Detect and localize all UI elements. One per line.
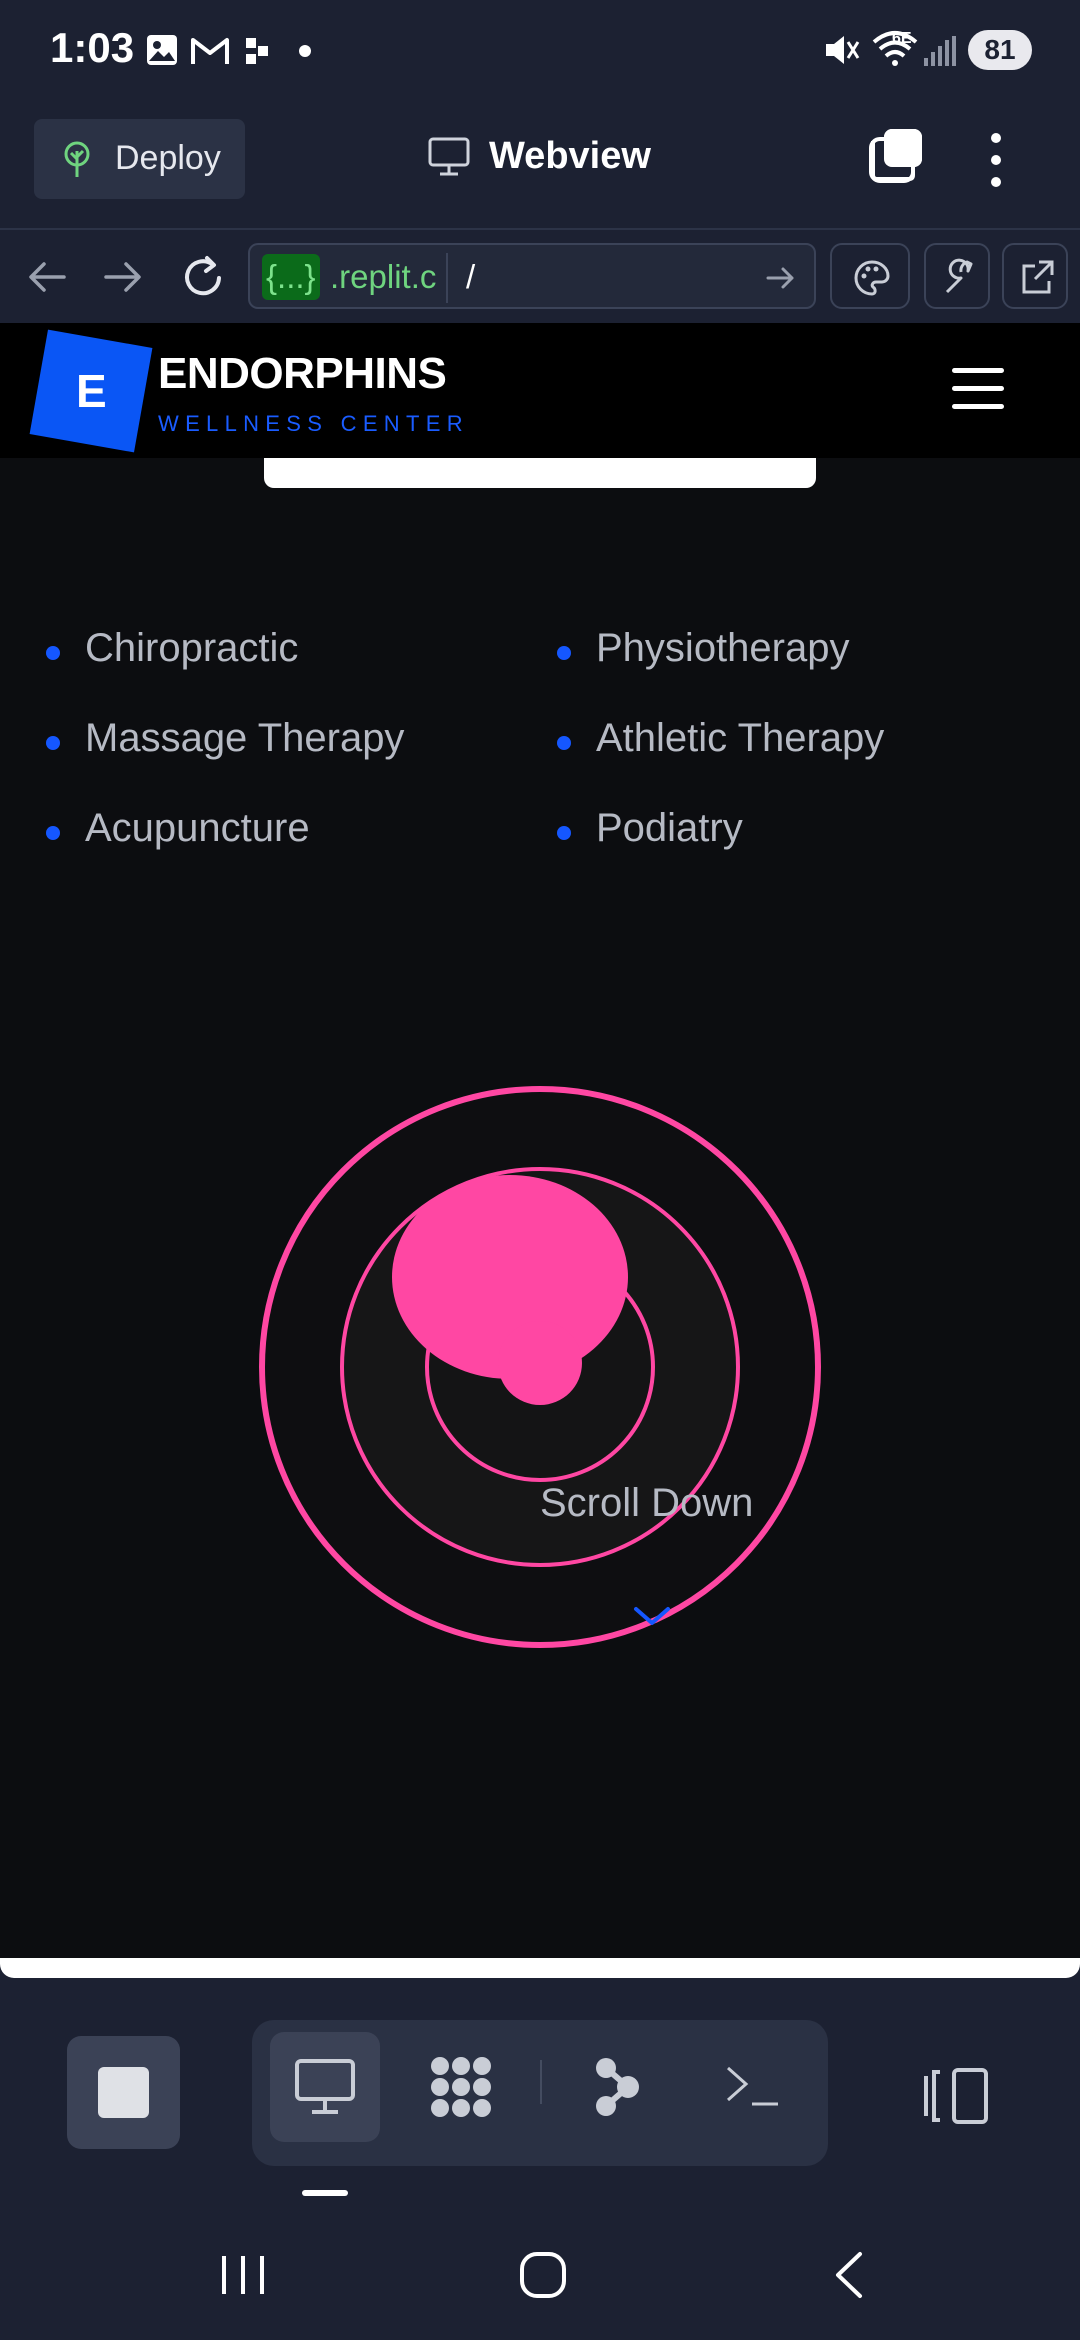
brand-tagline: WELLNESS CENTER [158,411,469,436]
palette-icon [854,260,890,296]
service-item: Physiotherapy [557,626,1057,676]
active-tab-indicator [302,2190,348,2196]
gallery-icon [147,35,177,65]
back-icon[interactable] [828,2250,868,2300]
workspace-icon [431,2057,491,2117]
notification-dot-icon [299,45,311,57]
tabs-icon[interactable] [868,127,924,183]
stop-button[interactable] [67,2036,180,2149]
arrow-left-icon[interactable] [24,254,70,300]
panes-icon[interactable] [920,2066,992,2126]
url-bar-row: {...} .replit.c / [0,230,1080,323]
system-nav-bar [0,2200,1080,2340]
app-header: Deploy Webview [0,105,1080,230]
bullet-icon [46,736,60,750]
stop-icon [98,2067,149,2118]
bottom-toolbar [0,1978,1080,2188]
network-type: 6E [892,30,912,47]
url-path-input[interactable]: / [466,254,475,300]
url-host-tag: {...} [262,254,320,300]
status-bar: 1:03 6E 81 [0,0,1080,105]
graph-icon [596,2058,639,2116]
bullet-icon [557,736,571,750]
recents-icon[interactable] [218,2252,268,2298]
scroll-down-label[interactable]: Scroll Down [540,1481,753,1526]
gmail-icon [191,38,229,64]
monitor-icon [428,137,470,176]
menu-icon[interactable] [952,368,1004,410]
workspace-tool-button[interactable] [406,2032,516,2142]
status-time: 1:03 [50,24,135,71]
go-arrow-icon[interactable] [762,259,800,297]
deploy-label: Deploy [115,139,221,177]
chevron-down-icon[interactable] [632,1603,672,1629]
webview-content: E ENDORPHINS WELLNESS CENTER Chiropracti… [0,323,1080,1958]
battery-level: 81 [968,30,1032,70]
terminal-icon [727,2066,778,2106]
card-edge [264,458,816,488]
monitor-icon [295,2059,355,2114]
service-item: Acupuncture [46,806,526,856]
service-item: Chiropractic [46,626,526,676]
site-header: E ENDORPHINS WELLNESS CENTER [0,323,1080,458]
bullet-icon [557,646,571,660]
webview-tool-button[interactable] [270,2032,380,2142]
service-item: Massage Therapy [46,716,526,766]
mute-icon [826,36,860,64]
url-field[interactable]: {...} .replit.c / [248,243,816,309]
kebab-icon[interactable] [981,130,1011,190]
webview-bottom-edge [0,1958,1080,1978]
logo[interactable]: E [29,329,153,453]
service-item: Podiatry [557,806,1057,856]
home-icon[interactable] [518,2250,568,2300]
page-title: Webview [489,135,651,177]
deploy-button[interactable]: Deploy [34,119,245,199]
bullet-icon [46,646,60,660]
tool-switcher [252,2020,828,2166]
open-external-button[interactable] [1002,243,1068,309]
graph-tool-button[interactable] [562,2032,672,2142]
external-link-icon [1022,260,1054,294]
devtools-button[interactable] [924,243,990,309]
bullet-icon [46,826,60,840]
hero-orb-graphic [259,1086,821,1648]
url-divider [446,253,448,303]
reload-icon[interactable] [178,252,228,302]
theme-button[interactable] [830,243,910,309]
brand-name: ENDORPHINS [158,349,447,398]
bullet-icon [557,826,571,840]
wrench-icon [945,258,973,294]
app-notification-icon [246,38,268,64]
shell-tool-button[interactable] [698,2032,808,2142]
toolbar-divider [540,2060,542,2104]
service-item: Athletic Therapy [557,716,1057,766]
url-host: .replit.c [330,258,437,295]
signal-icon [924,36,956,66]
arrow-right-icon[interactable] [100,254,146,300]
logo-letter: E [75,365,107,417]
deploy-tree-icon [64,141,90,177]
